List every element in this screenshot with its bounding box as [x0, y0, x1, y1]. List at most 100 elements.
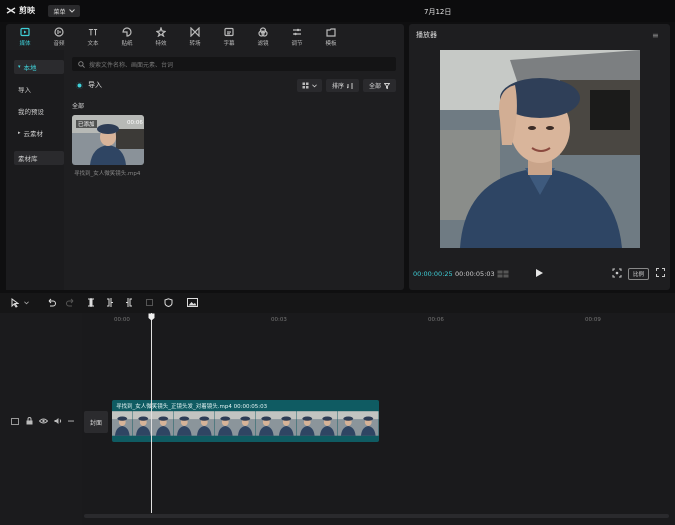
- tick-label: 00:09: [585, 317, 601, 323]
- section-label-all: 全部: [72, 103, 85, 110]
- fullscreen-button[interactable]: [656, 268, 665, 279]
- film-frame: [255, 411, 277, 436]
- horizontal-scrollbar[interactable]: [84, 514, 669, 518]
- thumb-duration: 00:06: [127, 120, 143, 126]
- import-radio-icon: [76, 81, 83, 89]
- current-time: 00:00:00:25: [413, 270, 453, 278]
- video-preview[interactable]: [440, 50, 640, 248]
- tick-label: 00:06: [428, 317, 444, 323]
- film-frame: [132, 411, 154, 436]
- funnel-icon: [384, 82, 390, 89]
- sort-button[interactable]: 排序: [326, 79, 359, 92]
- sort-label: 排序: [331, 83, 344, 90]
- nav-label: 素材库: [18, 155, 38, 163]
- fit-screen-button[interactable]: [612, 268, 622, 280]
- filter-button[interactable]: 全部: [363, 79, 396, 92]
- caret-down-icon: ▾: [18, 64, 21, 70]
- playhead-handle-icon[interactable]: [148, 313, 155, 321]
- chevron-down-icon: [68, 9, 75, 13]
- menu-button[interactable]: 菜单: [48, 5, 80, 17]
- search-input[interactable]: 搜索文件名称、画面元素、台词: [72, 57, 396, 71]
- tab-audio[interactable]: 音频: [44, 24, 74, 50]
- tab-label: 音频: [53, 41, 65, 47]
- tab-transition[interactable]: 转场: [180, 24, 210, 50]
- undo-icon[interactable]: [47, 298, 56, 307]
- video-track-icon: [11, 418, 19, 425]
- tab-media[interactable]: 媒体: [10, 24, 40, 50]
- text-icon: [88, 29, 98, 36]
- cover-button[interactable]: 封面: [84, 411, 108, 433]
- tab-label: 模板: [325, 41, 337, 47]
- video-clip[interactable]: 寻找到_女人微笑镜头_正镜头发_对着镜头.mp4 00:00:05:03: [112, 400, 379, 442]
- title-bar: [0, 0, 675, 22]
- filter-label: 全部: [368, 83, 381, 90]
- pointer-icon[interactable]: [11, 298, 19, 308]
- media-thumbnail[interactable]: 已添加 00:06: [72, 115, 144, 165]
- film-frame: [358, 411, 379, 436]
- nav-local[interactable]: ▾ 本地: [14, 60, 64, 74]
- adjust-icon: [293, 28, 301, 36]
- film-frame: [153, 411, 174, 436]
- hamburger-menu-icon[interactable]: ≡: [652, 31, 659, 40]
- nav-label: 导入: [18, 86, 31, 94]
- media-side-nav: ▾ 本地 导入 我的预设 ▸ 云素材 素材库: [6, 50, 64, 290]
- trim-left-icon[interactable]: [106, 298, 114, 307]
- tab-label: 滤镜: [257, 41, 269, 47]
- tab-text[interactable]: 文本: [78, 24, 108, 50]
- fullscreen-icon: [656, 268, 665, 277]
- trim-right-icon[interactable]: [125, 298, 133, 307]
- tick-label: 00:00: [114, 317, 130, 323]
- transition-icon: [190, 27, 200, 37]
- delete-icon[interactable]: [145, 298, 154, 307]
- view-toggle-button[interactable]: [297, 79, 322, 92]
- grid-icon: [302, 82, 309, 89]
- nav-import[interactable]: 导入: [14, 82, 64, 96]
- ratio-label: 比例: [632, 272, 644, 278]
- nav-label: 本地: [23, 64, 37, 72]
- project-date: 7月12日: [424, 8, 452, 16]
- film-frame: [173, 411, 195, 436]
- lock-icon[interactable]: [26, 417, 33, 425]
- focus-icon: [612, 268, 622, 278]
- tab-label: 特效: [155, 41, 167, 47]
- more-icon[interactable]: [68, 420, 74, 422]
- effects-icon: [156, 27, 166, 37]
- timeline-grid-icon[interactable]: [497, 270, 509, 280]
- film-frame: [214, 411, 236, 436]
- tab-sticker[interactable]: 贴纸: [112, 24, 142, 50]
- aspect-ratio-button[interactable]: 比例: [628, 268, 649, 280]
- tab-effects[interactable]: 特效: [146, 24, 176, 50]
- tab-adjust[interactable]: 调节: [282, 24, 312, 50]
- media-icon: [20, 27, 30, 37]
- nav-my-presets[interactable]: 我的预设: [14, 104, 64, 118]
- tab-template[interactable]: 模板: [316, 24, 346, 50]
- added-badge: 已添加: [76, 120, 97, 128]
- film-frame: [337, 411, 359, 436]
- chevron-down-icon: [312, 83, 317, 87]
- play-button[interactable]: [535, 268, 544, 280]
- playhead-line[interactable]: [151, 313, 152, 513]
- sticker-icon: [122, 27, 132, 37]
- redo-icon[interactable]: [66, 298, 75, 307]
- split-icon[interactable]: [87, 298, 95, 307]
- play-icon: [536, 269, 543, 277]
- tab-label: 转场: [189, 41, 201, 47]
- chevron-down-icon[interactable]: [24, 301, 29, 305]
- film-frame: [194, 411, 215, 436]
- tab-subtitle[interactable]: 字幕: [214, 24, 244, 50]
- import-button[interactable]: 导入: [76, 80, 102, 90]
- audio-toggle-icon[interactable]: [54, 417, 62, 425]
- eye-icon[interactable]: [39, 418, 48, 424]
- nav-library[interactable]: 素材库: [14, 151, 64, 165]
- subtitle-icon: [224, 27, 234, 37]
- film-frame: [317, 411, 338, 436]
- nav-cloud[interactable]: ▸ 云素材: [14, 126, 64, 140]
- timeline-toolbar: [0, 293, 675, 313]
- shield-icon[interactable]: [164, 298, 173, 307]
- image-icon[interactable]: [187, 298, 198, 307]
- caret-right-icon: ▸: [18, 130, 21, 136]
- tab-filter[interactable]: 滤镜: [248, 24, 278, 50]
- nav-label: 云素材: [23, 130, 44, 138]
- filter-icon: [258, 27, 268, 37]
- template-icon: [326, 28, 336, 37]
